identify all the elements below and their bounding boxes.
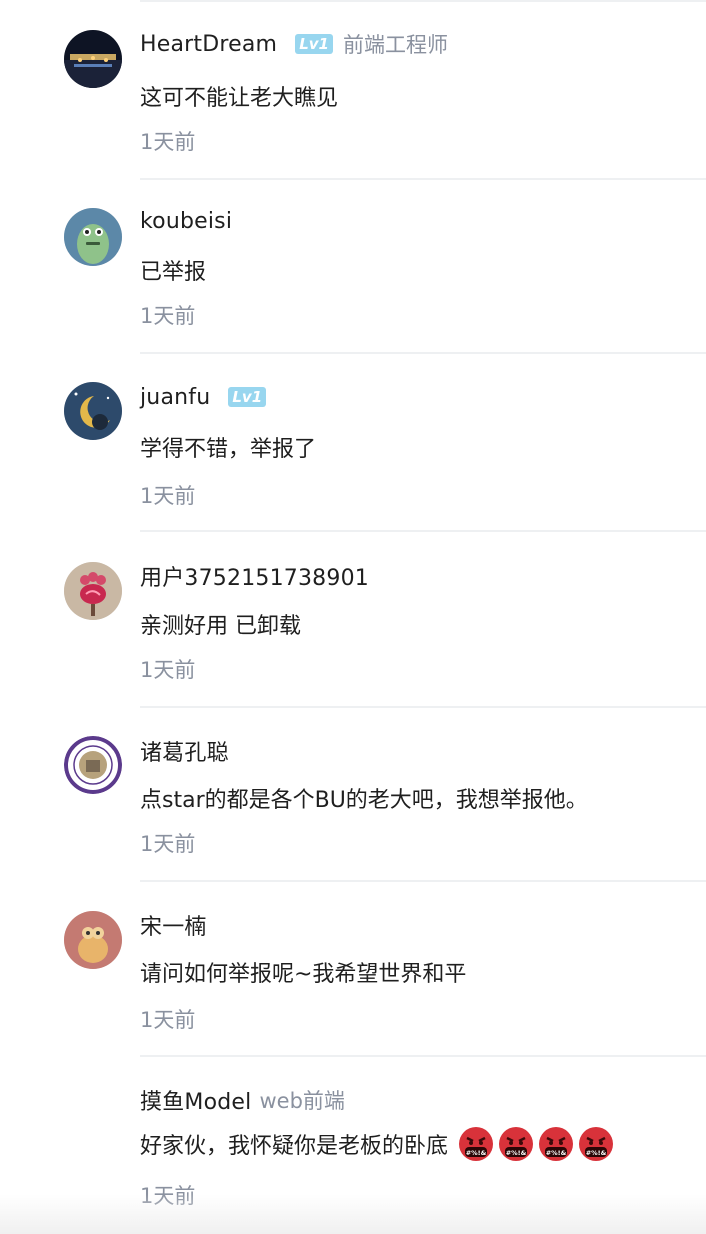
comment-time: 1天前 bbox=[140, 304, 196, 328]
comment-time: 1天前 bbox=[140, 1008, 196, 1032]
level-badge: Lv1 bbox=[228, 387, 267, 407]
comment-meta: juanfu Lv1 bbox=[140, 381, 267, 413]
bottom-fade bbox=[0, 1194, 706, 1234]
comment-text: 这可不能让老大瞧见 bbox=[140, 86, 339, 111]
angry-face-icon: #%!& bbox=[578, 1126, 614, 1162]
username[interactable]: 摸鱼Model bbox=[140, 1084, 251, 1116]
comment-text: 已举报 bbox=[140, 260, 207, 285]
svg-text:#%!&: #%!& bbox=[586, 1149, 607, 1157]
svg-text:#%!&: #%!& bbox=[546, 1149, 567, 1157]
username[interactable]: HeartDream bbox=[140, 32, 277, 57]
username[interactable]: koubeisi bbox=[140, 209, 232, 234]
avatar[interactable] bbox=[64, 736, 122, 794]
avatar[interactable] bbox=[64, 382, 122, 440]
comment-text: 好家伙，我怀疑你是老板的卧底 #%!& #%!& #%!& #%!& bbox=[140, 1126, 614, 1162]
comment-meta: 用户3752151738901 bbox=[140, 560, 369, 592]
angry-face-icon: #%!& bbox=[498, 1126, 534, 1162]
comment-text: 请问如何举报呢~我希望世界和平 bbox=[140, 962, 467, 987]
avatar[interactable] bbox=[64, 30, 122, 88]
divider bbox=[140, 706, 706, 708]
comment-text: 学得不错，举报了 bbox=[140, 437, 317, 462]
username[interactable]: 诸葛孔聪 bbox=[140, 735, 229, 767]
job-title: 前端工程师 bbox=[342, 33, 448, 57]
svg-text:#%!&: #%!& bbox=[506, 1149, 527, 1157]
comment-meta: 诸葛孔聪 bbox=[140, 735, 229, 767]
comment-meta: 摸鱼Model web前端 bbox=[140, 1084, 345, 1116]
avatar[interactable] bbox=[64, 911, 122, 969]
angry-face-icon: #%!& bbox=[538, 1126, 574, 1162]
comment-time: 1天前 bbox=[140, 658, 196, 682]
level-badge: Lv1 bbox=[295, 34, 333, 54]
comment-meta: koubeisi bbox=[140, 205, 232, 237]
divider bbox=[140, 178, 706, 180]
comment-text-body: 好家伙，我怀疑你是老板的卧底 bbox=[140, 1134, 449, 1159]
top-divider bbox=[140, 0, 706, 2]
emoji-row: #%!& #%!& #%!& #%!& bbox=[454, 1126, 614, 1162]
avatar[interactable] bbox=[64, 208, 122, 266]
avatar[interactable] bbox=[64, 562, 122, 620]
username[interactable]: 宋一楠 bbox=[140, 909, 207, 941]
divider bbox=[140, 880, 706, 882]
comment-meta: HeartDream Lv1 前端工程师 bbox=[140, 28, 448, 60]
comment-time: 1天前 bbox=[140, 832, 196, 856]
username[interactable]: 用户3752151738901 bbox=[140, 560, 369, 592]
username[interactable]: juanfu bbox=[140, 385, 210, 410]
comment-text: 点star的都是各个BU的老大吧，我想举报他。 bbox=[140, 788, 588, 813]
divider bbox=[140, 352, 706, 354]
divider bbox=[140, 1055, 706, 1057]
comment-text: 亲测好用 已卸载 bbox=[140, 614, 301, 639]
angry-face-icon: #%!& bbox=[458, 1126, 494, 1162]
comment-meta: 宋一楠 bbox=[140, 909, 207, 941]
comment-time: 1天前 bbox=[140, 130, 196, 154]
comment-time: 1天前 bbox=[140, 484, 196, 508]
divider bbox=[140, 530, 706, 532]
svg-text:#%!&: #%!& bbox=[466, 1149, 487, 1157]
job-title: web前端 bbox=[259, 1089, 345, 1113]
